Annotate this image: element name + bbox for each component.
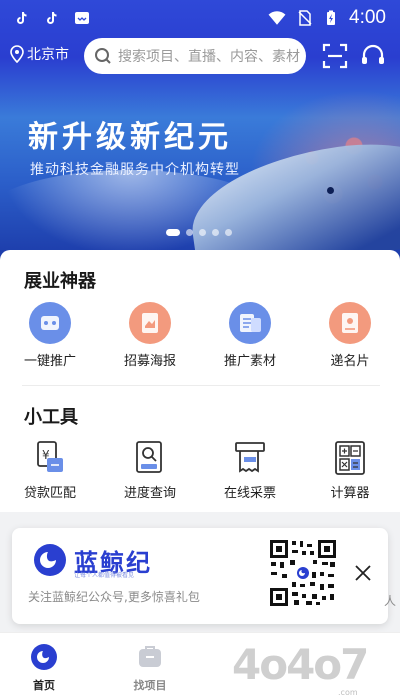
status-time: 4:00 — [349, 7, 386, 28]
offscreen-text: 人 — [384, 594, 397, 608]
loan-match-icon: ¥ — [37, 441, 63, 472]
tool-label: 推广素材 — [223, 354, 276, 369]
banner-dot-active[interactable] — [166, 229, 180, 236]
watermark-domain: .com — [338, 688, 358, 697]
nav-find-project-label: 找项目 — [133, 679, 167, 692]
search-input[interactable]: 搜索项目、直播、内容、素材 — [84, 38, 306, 74]
search-row: 北京市 搜索项目、直播、内容、素材 — [0, 38, 400, 74]
nav-home-label: 首页 — [33, 679, 55, 692]
small-tools-grid: ¥ 贷款匹配 进度查询 在线采票 计算器 — [0, 440, 400, 501]
progress-query-icon — [136, 441, 162, 473]
section-title-small-tools: 小工具 — [24, 407, 78, 428]
business-card-icon — [329, 302, 371, 344]
popup-message: 关注蓝鲸纪公众号,更多惊喜礼包 — [28, 590, 200, 604]
tools-card: 展业神器 一键推广 招募海报 推广素材 递名片 小工具 ¥ 贷款匹配 进度查询 … — [0, 250, 400, 512]
watermark-logo: 4o4o7 — [232, 640, 369, 689]
material-icon — [229, 302, 271, 344]
search-placeholder: 搜索项目、直播、内容、素材 — [118, 49, 300, 65]
headset-icon[interactable] — [360, 43, 386, 69]
small-tool-ticket[interactable]: 在线采票 — [200, 440, 300, 501]
status-bar: 4:00 — [0, 0, 400, 36]
battery-charging-icon — [327, 10, 336, 25]
small-tool-loan-match[interactable]: ¥ 贷款匹配 — [0, 440, 100, 501]
tool-item-promote[interactable]: 一键推广 — [0, 302, 100, 369]
find-project-icon — [139, 646, 161, 667]
qr-code — [268, 538, 338, 608]
banner-dot[interactable] — [199, 229, 206, 236]
banner-dot[interactable] — [225, 229, 232, 236]
megaphone-icon — [29, 302, 71, 344]
small-tool-label: 贷款匹配 — [23, 486, 76, 501]
follow-popup[interactable]: 蓝鲸纪 让每个人都值得被看见 关注蓝鲸纪公众号,更多惊喜礼包 — [12, 528, 388, 624]
banner-pagination — [166, 229, 232, 236]
tiktok-icon — [47, 11, 57, 24]
poster-icon — [129, 302, 171, 344]
whale-eye — [327, 187, 334, 194]
calculator-icon — [335, 441, 365, 475]
close-icon[interactable] — [352, 562, 374, 584]
nav-home[interactable]: 首页 — [14, 643, 74, 693]
banner-title: 新升级新纪元 — [28, 120, 232, 155]
small-tool-calculator[interactable]: 计算器 — [300, 440, 400, 501]
location-label: 北京市 — [27, 47, 69, 63]
tool-label: 递名片 — [330, 354, 370, 369]
small-tool-label: 计算器 — [330, 486, 370, 501]
tool-item-business-card[interactable]: 递名片 — [300, 302, 400, 369]
ticket-icon — [235, 442, 265, 473]
tool-item-material[interactable]: 推广素材 — [200, 302, 300, 369]
tiktok-icon — [17, 11, 27, 24]
search-icon — [95, 48, 111, 64]
banner-dot[interactable] — [212, 229, 219, 236]
small-tool-progress-query[interactable]: 进度查询 — [100, 440, 200, 501]
tool-item-poster[interactable]: 招募海报 — [100, 302, 200, 369]
brand-tagline: 让每个人都值得被看见 — [74, 572, 135, 579]
section-divider — [22, 385, 380, 386]
no-sim-icon — [298, 10, 312, 26]
tool-label: 一键推广 — [23, 354, 76, 369]
tools-grid: 一键推广 招募海报 推广素材 递名片 — [0, 302, 400, 369]
location-pin-icon — [10, 45, 24, 63]
scan-icon[interactable] — [322, 43, 348, 69]
home-whale-icon — [31, 644, 57, 670]
tool-label: 招募海报 — [123, 354, 176, 369]
banner-subtitle: 推动科技金融服务中介机构转型 — [30, 162, 240, 178]
brand-whale-icon — [34, 544, 66, 576]
message-app-icon — [75, 12, 89, 24]
banner-dot[interactable] — [186, 229, 193, 236]
section-title-tools: 展业神器 — [24, 271, 96, 292]
wifi-icon — [268, 11, 286, 25]
nav-find-project[interactable]: 找项目 — [120, 643, 180, 693]
location-selector[interactable]: 北京市 — [10, 44, 69, 64]
small-tool-label: 进度查询 — [123, 486, 176, 501]
small-tool-label: 在线采票 — [223, 486, 276, 501]
